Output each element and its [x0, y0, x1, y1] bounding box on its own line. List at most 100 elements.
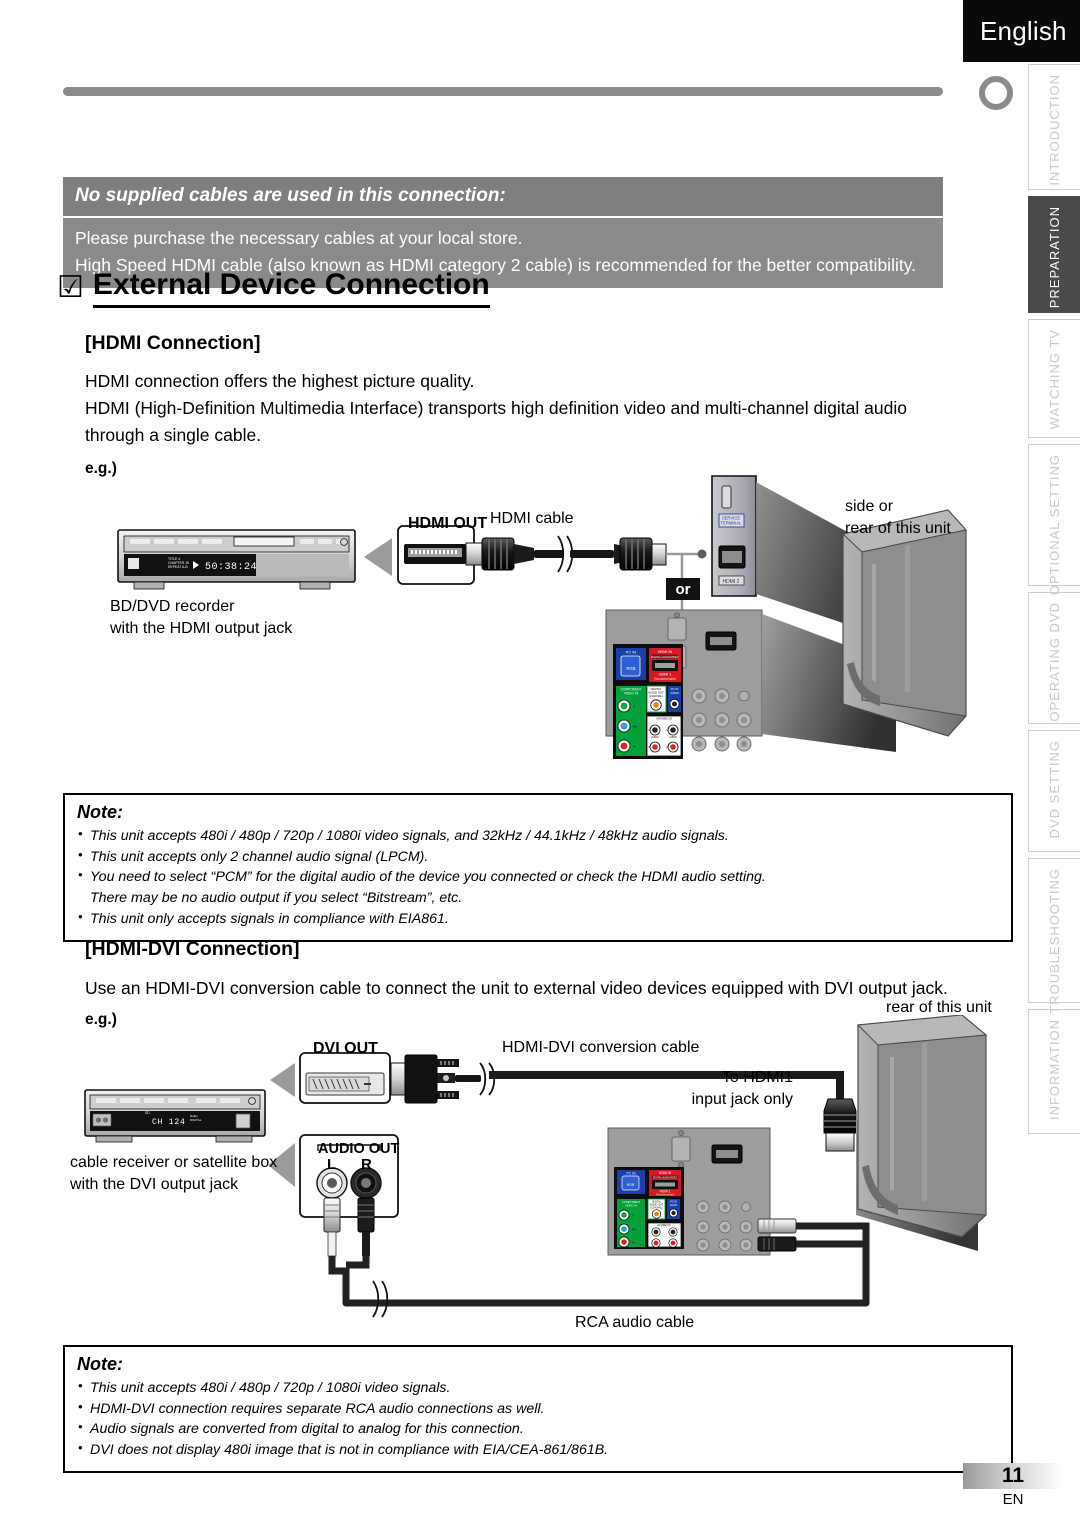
hdmi-connection-heading: [HDMI Connection] — [85, 332, 261, 354]
svg-text:SD: SD — [145, 1111, 150, 1115]
svg-text:Y: Y — [632, 1214, 634, 1218]
svg-text:(COAXIAL): (COAXIAL) — [649, 694, 663, 698]
note-item: This unit accepts only 2 channel audio s… — [75, 846, 1001, 868]
section-tab-optional-setting[interactable]: OPTIONAL SETTING — [1028, 444, 1080, 595]
svg-text:VIDEO IN: VIDEO IN — [625, 1203, 637, 1207]
hdmi-dvi-connection-diagram: SD CH 124 Dolby DIGITAL PC IN RGB HDMI I… — [0, 999, 1010, 1340]
note-title: Note: — [77, 1354, 123, 1374]
label-hdmi-out: HDMI OUT — [408, 515, 488, 532]
hdmi-connection-body: HDMI connection offers the highest pictu… — [85, 368, 985, 449]
page-title: ☑ External Device Connection — [57, 268, 490, 308]
section-tab-introduction[interactable]: INTRODUCTION — [1028, 64, 1080, 190]
section-tab-information[interactable]: INFORMATION — [1028, 1009, 1080, 1134]
hdmi-cable-segment — [570, 550, 614, 558]
note-title: Note: — [77, 802, 123, 822]
note-list: This unit accepts 480i / 480p / 720p / 1… — [75, 1377, 1001, 1461]
rca-cable-right — [346, 1256, 370, 1269]
svg-text:Pr: Pr — [632, 1241, 635, 1245]
svg-text:DIGITAL: DIGITAL — [190, 1118, 202, 1122]
svg-text:or: or — [676, 581, 691, 598]
section-tab-label: DVD SETTING — [1047, 740, 1062, 839]
svg-text:CH 124: CH 124 — [152, 1118, 186, 1127]
svg-text:VIDEO IN: VIDEO IN — [624, 692, 639, 696]
note-box-dvi: Note: This unit accepts 480i / 480p / 72… — [63, 1345, 1013, 1473]
cable-receiver-illustration: SD CH 124 Dolby DIGITAL — [84, 1089, 266, 1143]
svg-text:AV/VIDEO IN: AV/VIDEO IN — [656, 717, 672, 721]
svg-text:AUDIO: AUDIO — [651, 736, 659, 739]
note-item: Audio signals are converted from digital… — [75, 1418, 1001, 1440]
label-side-or-rear-of-this-unit: side or rear of this unit — [845, 498, 951, 537]
svg-text:RGB: RGB — [627, 1183, 635, 1187]
svg-text:AV/VIDEO IN: AV/VIDEO IN — [657, 1224, 671, 1227]
svg-text:AUDIO: AUDIO — [670, 691, 680, 695]
note-item: You need to select “PCM” for the digital… — [75, 866, 1001, 908]
note-item-continuation: There may be no audio output if you sele… — [90, 890, 463, 907]
svg-text:50:38:24: 50:38:24 — [205, 562, 257, 573]
note-item-text: You need to select “PCM” for the digital… — [90, 869, 766, 886]
note-item: HDMI-DVI connection requires separate RC… — [75, 1398, 1001, 1420]
callout-line-1: Please purchase the necessary cables at … — [75, 228, 523, 248]
section-tab-label: INFORMATION — [1047, 1019, 1062, 1121]
hdmi-body-line-1: HDMI connection offers the highest pictu… — [85, 371, 475, 391]
note-item: This unit accepts 480i / 480p / 720p / 1… — [75, 825, 1001, 847]
page-language-code: EN — [1002, 1491, 1024, 1508]
svg-text:REPEAT A-B: REPEAT A-B — [168, 565, 188, 569]
section-tab-troubleshooting[interactable]: TROUBLESHOOTING — [1028, 858, 1080, 1014]
page-title-text: External Device Connection — [92, 268, 490, 308]
section-tab-preparation[interactable]: PREPARATION — [1028, 196, 1080, 313]
note-box-hdmi: Note: This unit accepts 480i / 480p / 72… — [63, 793, 1013, 942]
svg-text:Recommended: Recommended — [656, 1193, 674, 1197]
unit-rear-panel: PC IN RGB HDMI IN DIGITAL AUDIO/VIDEO HD… — [605, 609, 763, 759]
dvi-tv-unit-illustration — [856, 1014, 988, 1238]
section-tab-operating-dvd[interactable]: OPERATING DVD — [1028, 592, 1080, 724]
svg-text:HDMI IN: HDMI IN — [659, 1171, 672, 1175]
terminal-sticker: PC IN RGB HDMI IN DIGITAL AUDIO/VIDEO HD… — [613, 644, 683, 759]
bd-dvd-recorder-illustration: TITLE 4 CHAPTER 15 REPEAT A-B 50:38:24 — [117, 529, 356, 590]
svg-text:Pb: Pb — [633, 725, 637, 729]
svg-text:(COAXIAL): (COAXIAL) — [651, 1206, 663, 1209]
label-audio-left: L — [327, 1156, 337, 1173]
rca-plugs-inserted — [757, 1218, 870, 1252]
pointer-triangle-1 — [364, 538, 392, 576]
label-cable-receiver: cable receiver or satellite box with the… — [70, 1154, 278, 1193]
section-tab-label: TROUBLESHOOTING — [1047, 868, 1062, 1014]
hdmi-body-line-3: through a single cable. — [85, 425, 262, 446]
pointer-triangle-dvi — [270, 1063, 295, 1097]
label-hdmi-cable: HDMI cable — [490, 510, 574, 527]
rear-jack-grid — [691, 688, 752, 752]
svg-text:RGB: RGB — [626, 666, 635, 671]
page-number: 11 — [963, 1463, 1063, 1489]
svg-text:Recommended: Recommended — [654, 677, 676, 681]
svg-text:PC IN: PC IN — [626, 1172, 636, 1176]
hdmi-dvi-connection-heading: [HDMI-DVI Connection] — [85, 938, 300, 960]
callout-title: No supplied cables are used in this conn… — [63, 177, 943, 216]
svg-text:DIGITAL AUDIO/VIDEO: DIGITAL AUDIO/VIDEO — [651, 655, 678, 659]
section-tab-label: OPTIONAL SETTING — [1047, 454, 1062, 596]
label-to-hdmi1-input-jack-only: To HDMI1 input jack only — [691, 1069, 793, 1108]
checkbox-icon: ☑ — [57, 270, 84, 304]
cable-break-3 — [372, 1280, 389, 1318]
note-item: This unit accepts 480i / 480p / 720p / 1… — [75, 1377, 1001, 1399]
svg-text:DIGITAL AUDIO/VIDEO: DIGITAL AUDIO/VIDEO — [653, 1176, 677, 1179]
section-tab-dvd-setting[interactable]: DVD SETTING — [1028, 730, 1080, 852]
svg-text:HDMI IN: HDMI IN — [658, 650, 673, 654]
rca-plug-black — [357, 1197, 375, 1256]
dvi-plug — [390, 1054, 481, 1104]
rca-plug-white — [323, 1197, 341, 1257]
label-rca-audio-cable: RCA audio cable — [575, 1314, 695, 1331]
section-tab-watching-tv[interactable]: WATCHING TV — [1028, 319, 1080, 438]
svg-text:TERMINAL: TERMINAL — [720, 521, 742, 526]
svg-text:AUDIO: AUDIO — [670, 1204, 678, 1207]
note-item: This unit only accepts signals in compli… — [75, 908, 1001, 930]
hdmi-plug-left — [465, 537, 564, 571]
svg-text:HDMI 2: HDMI 2 — [723, 579, 740, 585]
note-list: This unit accepts 480i / 480p / 720p / 1… — [75, 825, 1001, 930]
hdmi-dvi-connection-body: Use an HDMI-DVI conversion cable to conn… — [85, 978, 948, 998]
section-index-tabs: INTRODUCTION PREPARATION WATCHING TV OPTION… — [1028, 64, 1080, 1140]
dvi-out-jack-callout — [299, 1052, 391, 1104]
unit-side-panel: SERVICE TERMINAL HDMI 2 — [711, 475, 757, 597]
hdmi-plug-right — [614, 537, 667, 571]
or-badge: or — [666, 578, 700, 600]
label-rear-of-this-unit: rear of this unit — [886, 999, 992, 1016]
hdmi-plug-into-unit — [823, 1098, 857, 1152]
